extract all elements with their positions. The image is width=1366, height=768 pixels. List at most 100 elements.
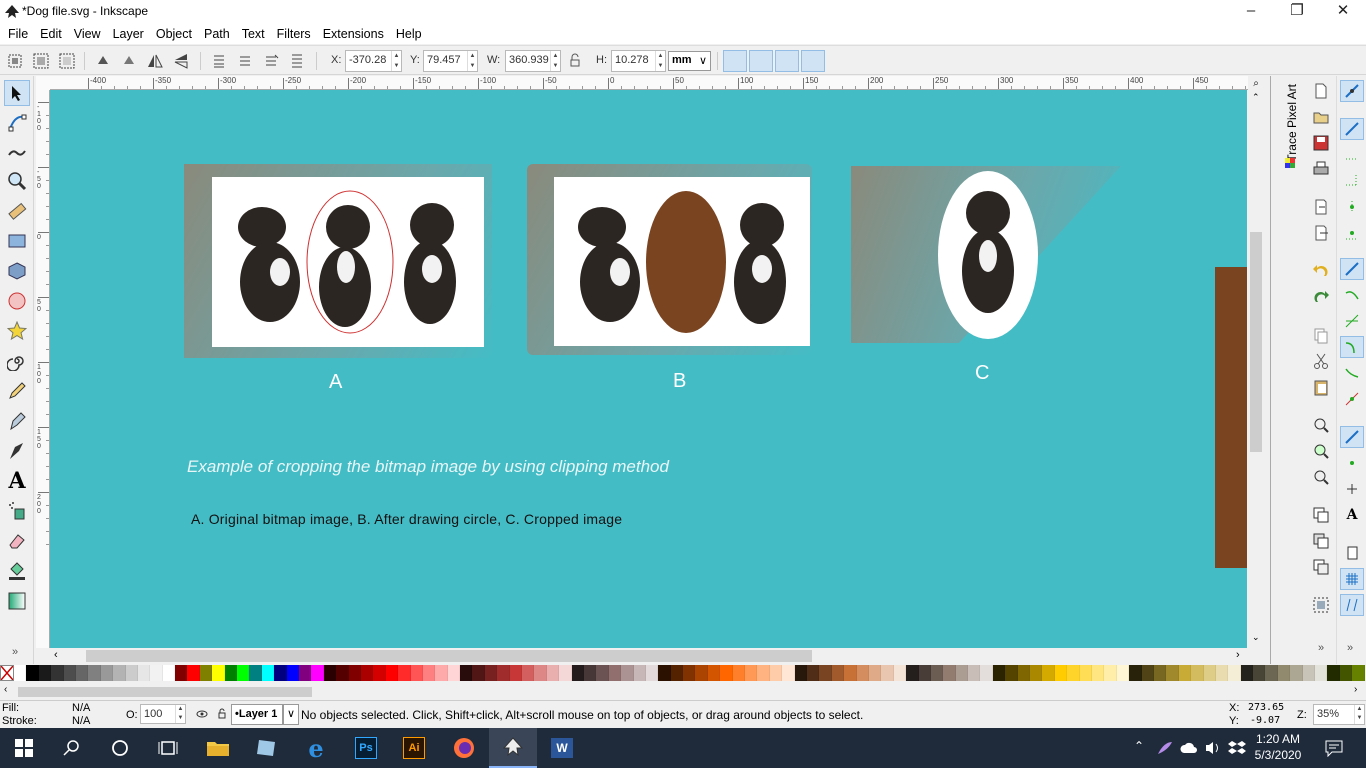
palette-swatch[interactable] [162,665,176,681]
palette-swatch[interactable] [943,665,956,681]
palette-swatch[interactable] [509,665,523,681]
palette-scroll-right-icon[interactable]: › [1354,684,1357,695]
unlink-clone-icon[interactable] [1312,558,1330,576]
menu-filters[interactable]: Filters [269,24,315,44]
toolbox-overflow-icon[interactable]: » [12,646,18,658]
transform-patterns-toggle[interactable] [801,50,825,72]
scale-stroke-toggle[interactable] [723,50,747,72]
taskbar-app-tablet[interactable] [242,728,290,768]
palette-swatch[interactable] [1253,665,1266,681]
spray-tool[interactable] [4,498,30,524]
layer-dropdown-chevron-icon[interactable]: ∨ [283,704,299,725]
star-tool[interactable] [4,318,30,344]
palette-swatch[interactable] [212,665,225,681]
palette-swatch[interactable] [1141,665,1154,681]
palette-swatch[interactable] [14,665,27,681]
palette-swatch[interactable] [918,665,931,681]
palette-swatch[interactable] [1265,665,1278,681]
palette-swatch[interactable] [88,665,101,681]
snap-intersections-toggle[interactable] [1340,310,1364,332]
redo-icon[interactable] [1312,288,1330,306]
palette-swatch[interactable] [1017,665,1031,681]
palette-swatch[interactable] [1166,665,1179,681]
palette-swatch[interactable] [559,665,572,681]
horizontal-scroll-thumb[interactable] [86,650,812,662]
palette-swatch[interactable] [26,665,39,681]
unit-select[interactable]: mm ∨ [668,51,711,71]
task-view-button[interactable] [144,728,192,768]
ellipse-tool[interactable] [4,288,30,314]
palette-swatch[interactable] [1030,665,1043,681]
fill-value[interactable]: N/A [72,702,90,714]
layer-lock-icon[interactable] [216,707,228,719]
paste-icon[interactable] [1312,378,1330,396]
pen-tool[interactable] [4,408,30,434]
scroll-right-icon[interactable]: › [1236,649,1240,661]
palette-swatch[interactable] [237,665,250,681]
select-all-layers-icon[interactable] [32,52,50,70]
italic-note-text[interactable]: Example of cropping the bitmap image by … [187,457,669,477]
clock[interactable]: 1:20 AM 5/3/2020 [1240,731,1316,763]
undo-icon[interactable] [1312,262,1330,280]
snap-bbox-corners-toggle[interactable] [1340,170,1364,192]
palette-swatch[interactable] [1091,665,1105,681]
zoom-page-icon[interactable] [1312,468,1330,486]
canvas[interactable]: A B C Example of cropping the bitmap ima… [50,90,1247,648]
palette-swatch[interactable] [1327,665,1340,681]
snap-page-border-toggle[interactable] [1340,542,1364,564]
save-icon[interactable] [1312,134,1330,152]
palette-swatch[interactable] [249,665,262,681]
palette-swatch[interactable] [1315,665,1328,681]
cortana-button[interactable] [96,728,144,768]
palette-swatch[interactable] [522,665,535,681]
palette-swatch[interactable] [1203,665,1216,681]
scroll-left-icon[interactable]: ‹ [54,649,58,661]
open-folder-icon[interactable] [1312,108,1330,126]
palette-swatch[interactable] [460,665,473,681]
palette-swatch[interactable] [906,665,919,681]
pencil-tool[interactable] [4,378,30,404]
palette-swatch[interactable] [125,665,138,681]
palette-scroll-thumb[interactable] [18,687,312,697]
volume-icon[interactable] [1204,740,1222,756]
snap-paths-toggle[interactable] [1340,284,1364,306]
node-tool[interactable] [4,110,30,136]
palette-swatch[interactable] [224,665,238,681]
snap-text-baseline-toggle[interactable]: A [1340,504,1364,526]
menu-extensions[interactable]: Extensions [315,24,388,44]
search-button[interactable] [48,728,96,768]
image-b-with-circle[interactable] [554,177,810,346]
paint-bucket-tool[interactable] [4,558,30,584]
palette-swatch[interactable] [175,665,188,681]
palette-swatch[interactable] [199,665,213,681]
zoom-field[interactable]: 35% ▲ ▼ [1313,704,1365,725]
spiral-tool[interactable] [4,348,30,374]
palette-swatch[interactable] [782,665,795,681]
palette-scroll-left-icon[interactable]: ‹ [4,684,7,695]
snap-bbox-center-toggle[interactable] [1340,222,1364,244]
taskbar-illustrator[interactable]: Ai [390,728,438,768]
palette-swatch[interactable] [435,665,448,681]
palette-swatch[interactable] [323,665,337,681]
palette-swatch[interactable] [1067,665,1080,681]
palette-swatch[interactable] [621,665,634,681]
palette-swatch[interactable] [968,665,981,681]
palette-swatch[interactable] [757,665,770,681]
snap-rotation-centers-toggle[interactable] [1340,478,1364,500]
gradient-tool[interactable] [4,588,30,614]
start-button[interactable] [0,728,48,768]
palette-swatch[interactable] [1228,665,1241,681]
palette-swatch[interactable] [1240,665,1254,681]
layer-select[interactable]: •Layer 1 [231,704,283,725]
palette-swatch[interactable] [410,665,423,681]
snap-others-toggle[interactable] [1340,426,1364,448]
taskbar-edge[interactable]: e [292,728,340,768]
menu-layer[interactable]: Layer [105,24,148,44]
palette-swatch[interactable] [1352,665,1365,681]
palette-swatch[interactable] [992,665,1006,681]
notifications-icon[interactable] [1324,739,1344,757]
vertical-scroll-thumb[interactable] [1250,232,1262,452]
vertical-scrollbar[interactable]: ⌕ ⌃ ⌄ [1248,76,1264,648]
palette-scrollbar[interactable]: ‹ › [0,683,1366,700]
palette-swatch[interactable] [100,665,114,681]
